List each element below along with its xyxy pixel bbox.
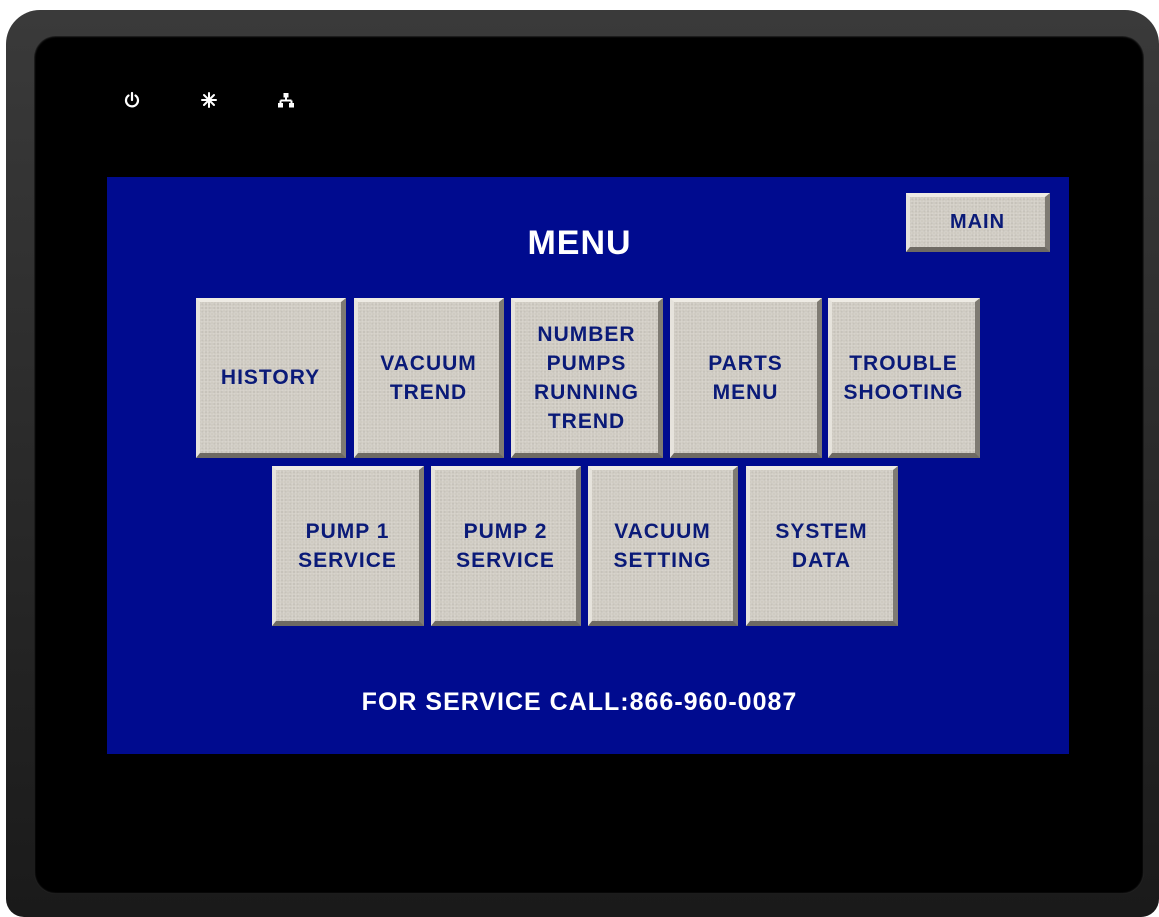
history-button[interactable]: HISTORY [196,298,346,458]
main-button[interactable]: MAIN [906,193,1050,252]
brightness-icon [199,90,219,110]
trouble-shooting-button[interactable]: TROUBLE SHOOTING [828,298,980,458]
system-data-button[interactable]: SYSTEM DATA [746,466,898,626]
vacuum-setting-button[interactable]: VACUUM SETTING [588,466,738,626]
power-icon [122,90,142,110]
network-icon [276,90,296,110]
service-call-text: FOR SERVICE CALL:866-960-0087 [361,688,798,716]
number-pumps-running-trend-button[interactable]: NUMBER PUMPS RUNNING TREND [511,298,663,458]
pump-1-service-button[interactable]: PUMP 1 SERVICE [272,466,424,626]
vacuum-trend-button[interactable]: VACUUM TREND [354,298,504,458]
pump-2-service-button[interactable]: PUMP 2 SERVICE [431,466,581,626]
parts-menu-button[interactable]: PARTS MENU [670,298,822,458]
